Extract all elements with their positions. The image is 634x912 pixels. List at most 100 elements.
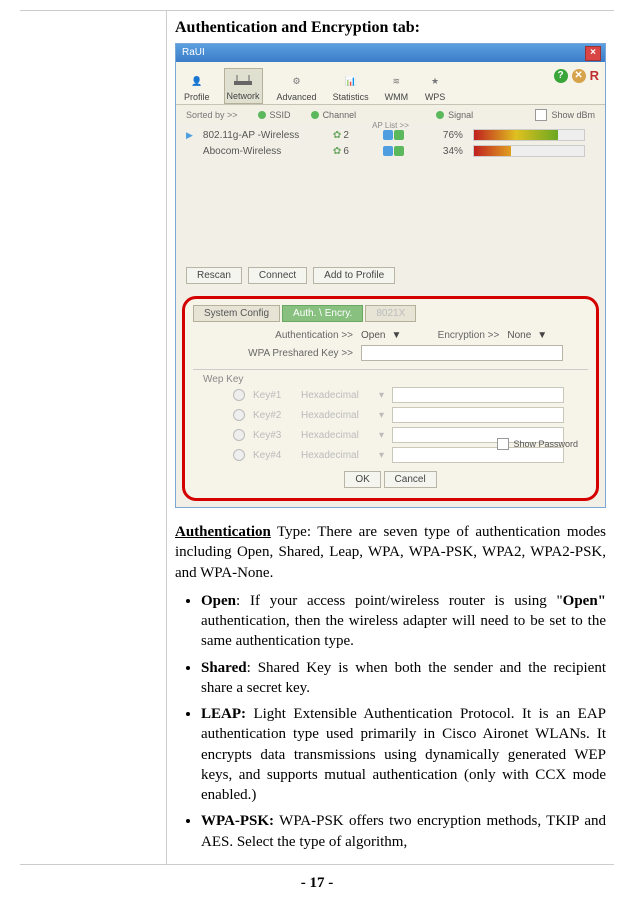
sort-row: Sorted by >> SSID Channel Signal Show dB… [176, 105, 605, 123]
close-icon[interactable]: × [585, 46, 601, 61]
wep-key-label: Key#2 [253, 410, 293, 421]
aplist-label: AP List >> [372, 121, 409, 130]
add-to-profile-button[interactable]: Add to Profile [313, 267, 395, 284]
auth-row: Authentication >> Open ▼ Encryption >> N… [193, 328, 588, 343]
toolbar-label: WMM [385, 92, 409, 102]
tab-auth-encry[interactable]: Auth. \ Encry. [282, 305, 363, 322]
ok-button[interactable]: OK [344, 471, 380, 488]
close-round-icon[interactable]: ✕ [572, 69, 586, 83]
layout-table: Authentication and Encryption tab: RaUI … [20, 10, 614, 865]
rescan-button[interactable]: Rescan [186, 267, 242, 284]
app-screenshot: RaUI × 👤 Profile [175, 43, 606, 508]
ap-name: 802.11g-AP -Wireless [203, 130, 323, 141]
toolbar-wps[interactable]: ★ WPS [422, 70, 448, 104]
radio-icon [233, 409, 245, 421]
ap-mode-icons [383, 146, 423, 156]
wpa-label: WPA Preshared Key >> [233, 348, 353, 359]
ap-mode-icons [383, 130, 423, 140]
advanced-icon: ⚙ [286, 72, 308, 90]
list-button-row: Rescan Connect Add to Profile [176, 261, 605, 290]
document-page: Authentication and Encryption tab: RaUI … [0, 0, 634, 912]
auth-para-lead: Authentication [175, 524, 271, 540]
item-head: Open [201, 593, 236, 609]
checkbox-icon[interactable] [497, 438, 509, 450]
sort-channel[interactable]: Channel [311, 110, 357, 120]
wep-key-type: Hexadecimal [301, 410, 371, 421]
connect-button[interactable]: Connect [248, 267, 307, 284]
item-head: LEAP: [201, 706, 246, 722]
chevron-down-icon: ▾ [379, 450, 384, 461]
wep-key-label: Key#3 [253, 430, 293, 441]
toolbar-label: Network [227, 91, 260, 101]
item-text: Light Extensible Authentication Protocol… [201, 706, 606, 803]
mode-b-icon [383, 130, 393, 140]
toolbar-label: WPS [425, 92, 446, 102]
sort-ssid[interactable]: SSID [258, 110, 291, 120]
auth-panel-highlight: System Config Auth. \ Encry. 8021X Authe… [182, 296, 599, 501]
body-text: Authentication Type: There are seven typ… [175, 522, 606, 852]
wep-key-type: Hexadecimal [301, 390, 371, 401]
show-dbm-toggle[interactable]: Show dBm [535, 109, 595, 121]
toolbar-statistics[interactable]: 📊 Statistics [331, 70, 371, 104]
toolbar-network[interactable]: Network [224, 68, 263, 104]
wep-group-label: Wep Key [193, 374, 588, 385]
list-item: WPA-PSK: WPA-PSK offers two encryption m… [201, 811, 606, 852]
enc-label: Encryption >> [409, 330, 499, 341]
wep-key-type: Hexadecimal [301, 430, 371, 441]
wep-key-input [392, 387, 564, 403]
mode-b-icon [383, 146, 393, 156]
tab-system-config[interactable]: System Config [193, 305, 280, 322]
wep-key-row: Key#1 Hexadecimal ▾ [193, 385, 588, 405]
page-number: - 17 - [20, 865, 614, 902]
help-icon[interactable]: ? [554, 69, 568, 83]
item-text: : Shared Key is when both the sender and… [201, 660, 606, 696]
chevron-down-icon: ▾ [379, 430, 384, 441]
toolbar-profile[interactable]: 👤 Profile [182, 70, 212, 104]
ap-list: ▶ 802.11g-AP -Wireless ✿2 76% [176, 123, 605, 261]
sorted-label: Sorted by >> [186, 110, 238, 120]
list-item: Open: If your access point/wireless rout… [201, 591, 606, 652]
sort-signal[interactable]: Signal [436, 110, 473, 120]
list-item: Shared: Shared Key is when both the send… [201, 658, 606, 699]
wep-key-row: Key#2 Hexadecimal ▾ [193, 405, 588, 425]
wep-group: Wep Key Key#1 Hexadecimal ▾ [193, 369, 588, 465]
auth-dropdown[interactable]: Open ▼ [361, 330, 401, 341]
wmm-icon: ≋ [385, 72, 407, 90]
auth-value: Open [361, 330, 385, 341]
signal-bar [473, 129, 585, 141]
profile-icon: 👤 [186, 72, 208, 90]
signal-fill [474, 146, 511, 156]
item-text: authentication, then the wireless adapte… [201, 613, 606, 649]
item-text: : If your access point/wireless router i… [236, 593, 563, 609]
wpa-key-input[interactable] [361, 345, 563, 361]
radio-icon [233, 449, 245, 461]
right-column: Authentication and Encryption tab: RaUI … [167, 11, 615, 865]
toolbar-wmm[interactable]: ≋ WMM [383, 70, 411, 104]
wep-key-label: Key#1 [253, 390, 293, 401]
list-item: LEAP: Light Extensible Authentication Pr… [201, 704, 606, 805]
checkbox-icon[interactable] [535, 109, 547, 121]
ap-signal-pct: 34% [433, 146, 463, 157]
dot-icon [436, 111, 444, 119]
mode-g-icon [394, 146, 404, 156]
toolbar-label: Advanced [277, 92, 317, 102]
toolbar-help-icons: ? ✕ R [554, 68, 599, 83]
ap-signal-pct: 76% [433, 130, 463, 141]
left-column [20, 11, 167, 865]
window-title: RaUI [182, 47, 205, 58]
dot-icon [258, 111, 266, 119]
ap-row[interactable]: ▶ Abocom-Wireless ✿6 34% [186, 143, 595, 159]
wep-key-label: Key#4 [253, 450, 293, 461]
dot-icon [311, 111, 319, 119]
cancel-button[interactable]: Cancel [384, 471, 437, 488]
toolbar: 👤 Profile Network ⚙ Ad [176, 62, 605, 105]
window-titlebar[interactable]: RaUI × [176, 44, 605, 62]
network-icon [232, 71, 254, 89]
tab-8021x[interactable]: 8021X [365, 305, 416, 322]
ap-name: Abocom-Wireless [203, 146, 323, 157]
toolbar-label: Profile [184, 92, 210, 102]
show-password-toggle[interactable]: Show Password [497, 438, 578, 450]
toolbar-advanced[interactable]: ⚙ Advanced [275, 70, 319, 104]
auth-label: Authentication >> [233, 330, 353, 341]
enc-dropdown[interactable]: None ▼ [507, 330, 547, 341]
